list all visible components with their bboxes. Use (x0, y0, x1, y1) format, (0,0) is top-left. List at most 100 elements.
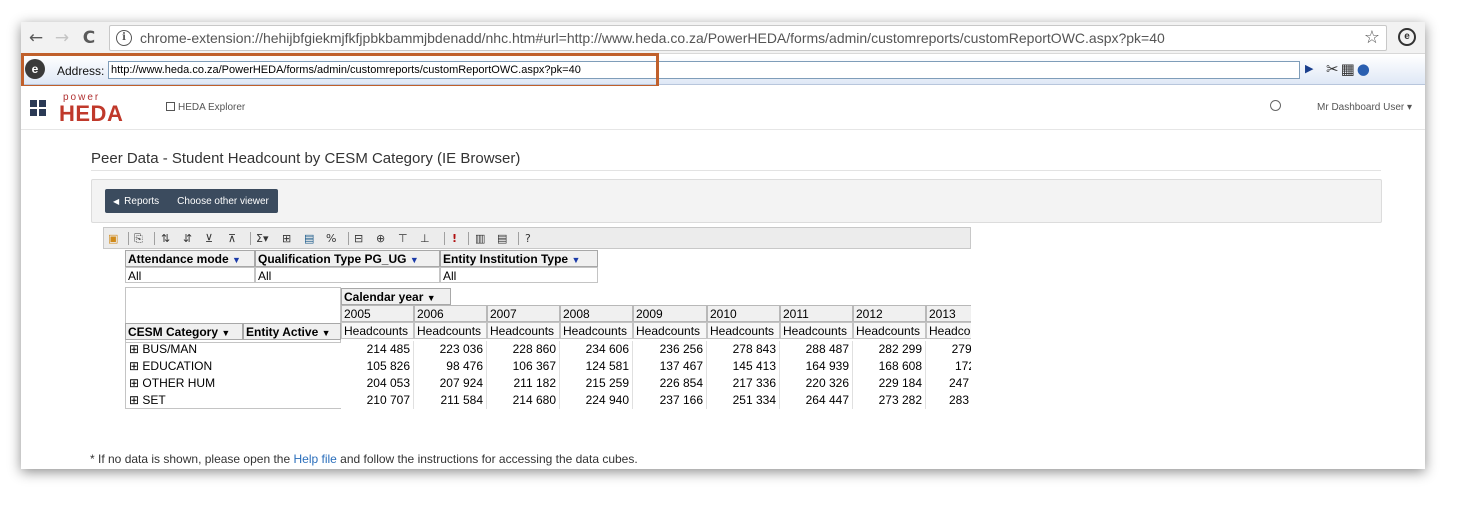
office-logo-icon[interactable]: ▣ (108, 231, 118, 246)
dropdown-arrow-icon[interactable]: ▼ (322, 328, 331, 338)
help-icon[interactable]: ● (1357, 60, 1370, 78)
expand-row-icon[interactable]: ⊞ (129, 359, 139, 373)
row-label-set[interactable]: ⊞ SET (125, 392, 341, 409)
data-cell: 273 282 (853, 392, 926, 409)
show-top-bottom-icon[interactable]: ⊼ (228, 231, 236, 246)
data-cell: 228 860 (487, 341, 560, 358)
data-cell: 234 606 (560, 341, 633, 358)
autocalc-icon[interactable]: Σ▾ (256, 231, 268, 246)
data-cell: 220 326 (780, 375, 853, 392)
filter-institution-type[interactable]: Entity Institution Type ▼ (440, 250, 598, 267)
filter-attendance-mode[interactable]: Attendance mode ▼ (125, 250, 255, 267)
row-label-other-hum[interactable]: ⊞ OTHER HUM (125, 375, 341, 392)
data-cell: 124 581 (560, 358, 633, 375)
row-field-cesm-category[interactable]: CESM Category ▼ (125, 323, 243, 340)
omnibox[interactable]: i chrome-extension://hehijbfgiekmjfkfjpb… (109, 25, 1387, 51)
data-cell: 247 13 (926, 375, 971, 392)
dropdown-arrow-icon[interactable]: ▼ (571, 255, 580, 265)
data-cell: 105 826 (341, 358, 414, 375)
row-label-text: OTHER HUM (142, 376, 216, 390)
row-field-entity-active[interactable]: Entity Active ▼ (243, 323, 341, 340)
row-label-text: SET (142, 393, 166, 407)
clock-icon[interactable] (1270, 100, 1281, 111)
dropdown-arrow-icon[interactable]: ▼ (232, 255, 241, 265)
data-cell: 217 336 (707, 375, 780, 392)
tools-icon[interactable]: ✂ (1326, 60, 1339, 78)
column-field-label: Calendar year (344, 290, 424, 304)
data-cell: 98 476 (414, 358, 487, 375)
data-cell: 210 707 (341, 392, 414, 409)
data-cell: 211 584 (414, 392, 487, 409)
back-icon[interactable]: ← (25, 27, 47, 49)
logo-heda-text: HEDA (59, 101, 124, 126)
back-arrow-icon: ◀ (113, 196, 120, 206)
refresh-icon[interactable]: ! (452, 231, 457, 246)
data-cell: 164 939 (780, 358, 853, 375)
filter-qualification-type[interactable]: Qualification Type PG_UG ▼ (255, 250, 440, 267)
settings-grid-icon[interactable]: ▦ (1341, 60, 1355, 78)
heda-explorer-label: HEDA Explorer (178, 102, 246, 113)
measure-header: Headcounts (341, 322, 414, 339)
reload-icon[interactable]: C (78, 27, 100, 49)
measure-header: Headcounts (633, 322, 707, 339)
show-details-icon[interactable]: ⊥ (420, 231, 430, 246)
subtotal-icon[interactable]: ⊞ (282, 231, 291, 246)
export-excel-icon[interactable]: ▥ (475, 231, 485, 246)
help-file-link[interactable]: Help file (293, 452, 336, 466)
expand-row-icon[interactable]: ⊞ (129, 393, 139, 407)
reports-button[interactable]: Reports (124, 196, 159, 207)
year-header: 2012 (853, 305, 926, 322)
year-header: 2010 (707, 305, 780, 322)
dropdown-arrow-icon[interactable]: ▼ (410, 255, 419, 265)
info-icon[interactable]: i (116, 30, 132, 46)
show-as-percent-icon[interactable]: % (326, 231, 336, 246)
measure-header: Headcounts (560, 322, 633, 339)
measure-header: Headcounts (780, 322, 853, 339)
calculated-totals-icon[interactable]: ▤ (304, 231, 314, 246)
filter-qualification-label: Qualification Type PG_UG (258, 252, 407, 266)
report-toolbar: ◀ Reports Choose other viewer (91, 179, 1382, 223)
field-list-icon[interactable]: ▤ (497, 231, 507, 246)
data-cell: 278 843 (707, 341, 780, 358)
user-menu[interactable]: Mr Dashboard User ▾ (1317, 102, 1412, 113)
measure-header: Headcounts (926, 322, 971, 339)
pivot-toolbar: ▣ ⎘ ⇅ ⇵ ⊻ ⊼ Σ▾ ⊞ ▤ % ⊟ ⊕ ⊤ ⊥ ! ▥ ▤ ? (103, 227, 971, 249)
choose-viewer-button[interactable]: Choose other viewer (177, 196, 269, 207)
copy-icon[interactable]: ⎘ (134, 231, 143, 246)
heda-explorer-link[interactable]: HEDA Explorer (166, 102, 245, 113)
row-label-education[interactable]: ⊞ EDUCATION (125, 358, 341, 375)
forward-icon[interactable]: → (51, 27, 73, 49)
autofilter-icon[interactable]: ⊻ (205, 231, 213, 246)
sort-ascending-icon[interactable]: ⇅ (161, 231, 170, 246)
app-menu-icon[interactable] (30, 100, 46, 116)
hide-details-icon[interactable]: ⊤ (398, 231, 408, 246)
dropdown-arrow-icon[interactable]: ▼ (427, 293, 436, 303)
ie-tools-group: ✂ ▦ ● (1326, 60, 1372, 78)
column-field-calendar-year[interactable]: Calendar year ▼ (341, 288, 451, 305)
dropdown-arrow-icon[interactable]: ▼ (221, 328, 230, 338)
chrome-toolbar: ← → C i chrome-extension://hehijbfgiekmj… (21, 22, 1425, 54)
expand-row-icon[interactable]: ⊞ (129, 376, 139, 390)
data-cell: 211 182 (487, 375, 560, 392)
omnibox-url[interactable]: chrome-extension://hehijbfgiekmjfkfjpbkb… (140, 30, 1165, 46)
collapse-icon[interactable]: ⊟ (354, 231, 363, 246)
expand-icon[interactable]: ⊕ (376, 231, 385, 246)
sort-descending-icon[interactable]: ⇵ (183, 231, 192, 246)
data-cell: 226 854 (633, 375, 707, 392)
row-label-text: EDUCATION (142, 359, 213, 373)
data-cell: 214 680 (487, 392, 560, 409)
pivot-help-icon[interactable]: ? (525, 231, 531, 246)
go-icon[interactable]: ▶ (1305, 62, 1313, 75)
data-cell: 229 184 (853, 375, 926, 392)
browser-window: ← → C i chrome-extension://hehijbfgiekmj… (21, 22, 1425, 469)
bookmark-star-icon[interactable]: ☆ (1364, 27, 1380, 48)
expand-row-icon[interactable]: ⊞ (129, 342, 139, 356)
data-cell: 172 99 (926, 358, 971, 375)
powerheda-logo[interactable]: power HEDA (59, 92, 149, 126)
year-header: 2005 (341, 305, 414, 322)
filter-attendance-value: All (125, 267, 255, 283)
year-header: 2013 (926, 305, 971, 322)
ie-tab-extension-icon[interactable]: e (1398, 28, 1416, 46)
report-button-group: ◀ Reports Choose other viewer (105, 189, 278, 213)
row-label-bus-man[interactable]: ⊞ BUS/MAN (125, 341, 341, 358)
